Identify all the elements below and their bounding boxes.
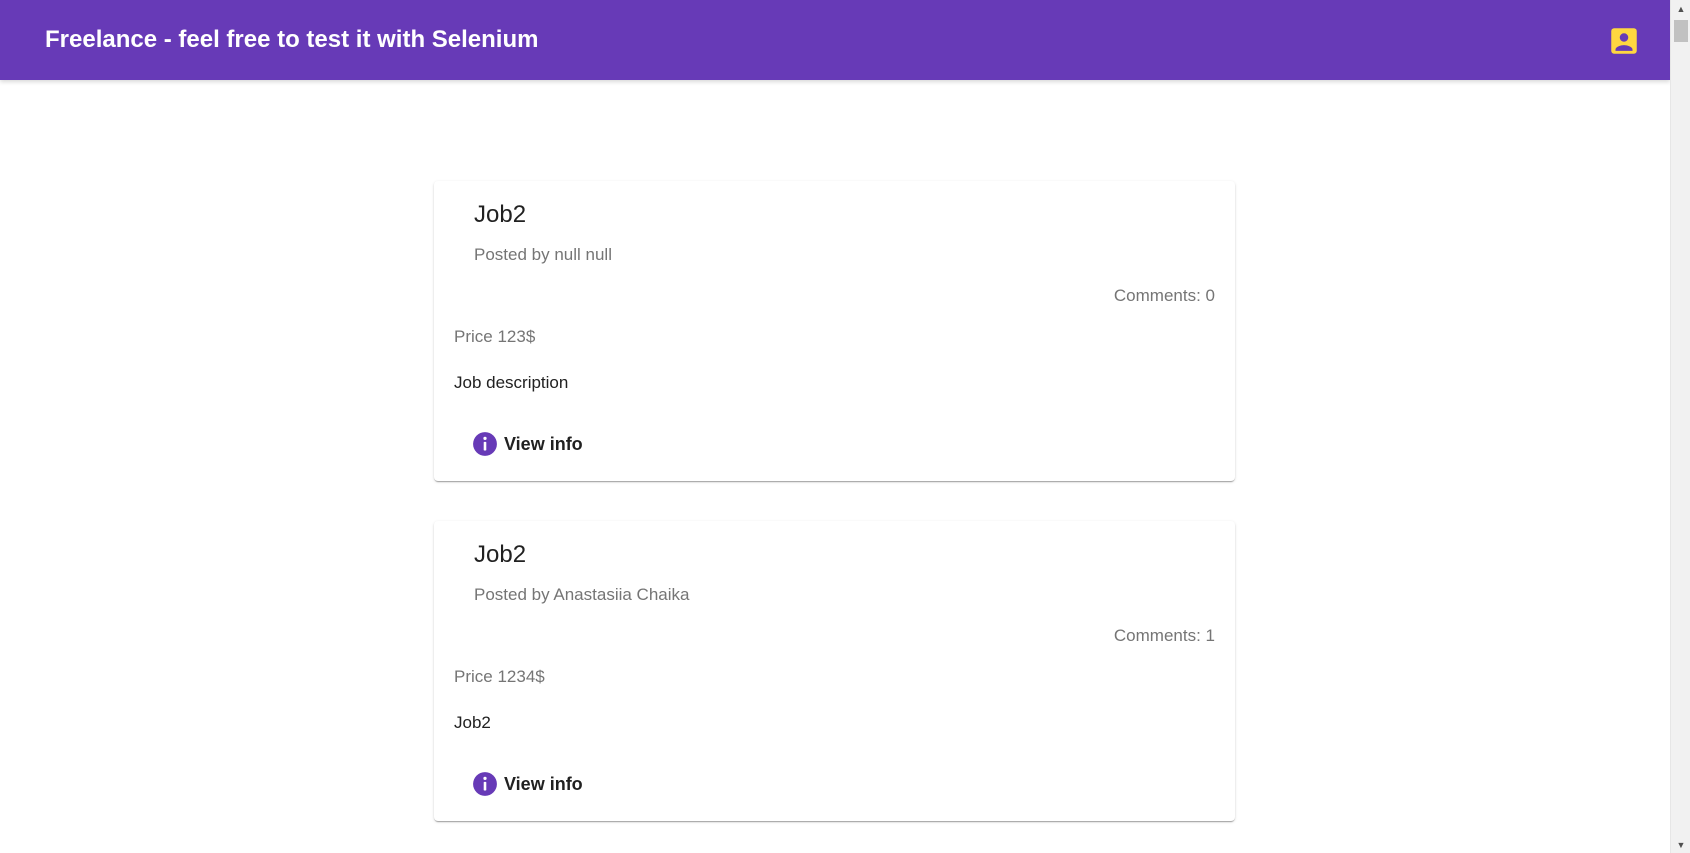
job-comments-count: Comments: 0 [1113, 286, 1215, 305]
job-card: Job2 Posted by Anastasiia Chaika Comment… [434, 521, 1235, 821]
scrollbar-thumb[interactable] [1674, 20, 1688, 42]
job-posted-by: Posted by null null [474, 245, 612, 264]
account-box-icon [1611, 28, 1637, 54]
job-card: Job2 Posted by null null Comments: 0 Pri… [434, 181, 1235, 481]
app-toolbar: Freelance - feel free to test it with Se… [0, 0, 1670, 80]
job-price: Price 1234$ [454, 667, 545, 686]
info-icon [473, 772, 497, 796]
page-content: Freelance - feel free to test it with Se… [0, 0, 1670, 853]
job-comments-count: Comments: 1 [1113, 626, 1215, 645]
browser-viewport: Freelance - feel free to test it with Se… [0, 0, 1690, 853]
job-title: Job2 [474, 541, 527, 568]
info-icon [473, 432, 497, 456]
account-button[interactable] [1606, 24, 1642, 58]
scroll-down-arrow-icon[interactable]: ▼ [1671, 836, 1690, 853]
job-description: Job description [454, 373, 569, 392]
view-info-label: View info [504, 773, 583, 794]
view-info-button[interactable]: View info [464, 426, 591, 462]
job-title: Job2 [474, 201, 527, 228]
app-title: Freelance - feel free to test it with Se… [45, 26, 539, 53]
job-description: Job2 [454, 713, 491, 732]
scroll-up-arrow-icon[interactable]: ▲ [1671, 0, 1690, 17]
job-price: Price 123$ [454, 327, 536, 346]
view-info-label: View info [504, 433, 583, 454]
vertical-scrollbar[interactable]: ▲ ▼ [1670, 0, 1690, 853]
view-info-button[interactable]: View info [464, 766, 591, 802]
job-posted-by: Posted by Anastasiia Chaika [474, 585, 690, 604]
